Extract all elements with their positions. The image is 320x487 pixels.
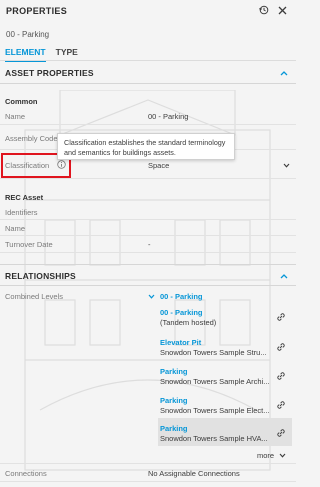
link-icon[interactable] xyxy=(276,428,286,438)
name-label: Name xyxy=(5,112,26,121)
chevron-up-icon[interactable] xyxy=(280,70,288,76)
rec-asset-group-title: REC Asset xyxy=(5,193,44,202)
chevron-up-icon[interactable] xyxy=(280,273,288,279)
row-divider xyxy=(0,124,296,125)
common-group-title: Common xyxy=(5,97,38,106)
asset-properties-title[interactable]: ASSET PROPERTIES xyxy=(5,68,94,78)
level-item[interactable]: Parking Snowdon Towers Sample Archi... xyxy=(160,367,272,387)
row-divider xyxy=(0,235,296,236)
combined-levels-label: Combined Levels xyxy=(5,292,63,301)
link-icon[interactable] xyxy=(276,312,286,322)
chevron-down-icon[interactable] xyxy=(148,294,155,299)
level-item-subtitle: Snowdon Towers Sample HVA... xyxy=(160,434,268,443)
assembly-code-label: Assembly Code xyxy=(5,134,58,143)
row-divider xyxy=(0,252,296,253)
link-icon[interactable] xyxy=(276,342,286,352)
level-item-subtitle: Snowdon Towers Sample Elect... xyxy=(160,406,270,415)
header-actions xyxy=(258,4,288,16)
section-divider xyxy=(0,264,296,265)
history-icon[interactable] xyxy=(258,4,270,16)
level-item[interactable]: Parking Snowdon Towers Sample Elect... xyxy=(160,396,272,416)
level-item[interactable]: 00 - Parking (Tandem hosted) xyxy=(160,308,272,328)
classification-tooltip: Classification establishes the standard … xyxy=(57,133,235,160)
row-divider xyxy=(0,178,296,179)
row-divider xyxy=(0,463,296,464)
row-divider xyxy=(0,481,296,482)
level-item-subtitle: (Tandem hosted) xyxy=(160,318,217,327)
classification-value[interactable]: Space xyxy=(148,161,169,170)
level-item[interactable]: Parking Snowdon Towers Sample HVA... xyxy=(160,424,272,444)
level-item-title[interactable]: 00 - Parking xyxy=(160,308,203,317)
level-item-title[interactable]: Parking xyxy=(160,396,188,405)
connections-label: Connections xyxy=(5,469,47,478)
section-divider xyxy=(0,285,296,286)
chevron-down-icon[interactable] xyxy=(283,163,290,168)
name-value[interactable]: 00 - Parking xyxy=(148,112,188,121)
turnover-date-value[interactable]: - xyxy=(148,240,151,249)
section-divider xyxy=(0,83,296,84)
chevron-down-icon[interactable] xyxy=(279,453,286,458)
level-item[interactable]: Elevator Pit Snowdon Towers Sample Stru.… xyxy=(160,338,272,358)
selected-element-name: 00 - Parking xyxy=(6,30,50,39)
relationships-title[interactable]: RELATIONSHIPS xyxy=(5,271,76,281)
turnover-date-label: Turnover Date xyxy=(5,240,53,249)
connections-value: No Assignable Connections xyxy=(148,469,240,478)
level-item-title[interactable]: Parking xyxy=(160,424,188,433)
link-icon[interactable] xyxy=(276,400,286,410)
level-item-subtitle: Snowdon Towers Sample Stru... xyxy=(160,348,267,357)
tabs-divider xyxy=(0,60,296,61)
properties-panel: PROPERTIES 00 - Parking ELEMENT TYPE ASS… xyxy=(0,0,296,487)
level-item-subtitle: Snowdon Towers Sample Archi... xyxy=(160,377,270,386)
close-icon[interactable] xyxy=(276,4,288,16)
level-item-title[interactable]: Elevator Pit xyxy=(160,338,201,347)
level-item-title[interactable]: Parking xyxy=(160,367,188,376)
rec-name-label: Name xyxy=(5,224,26,233)
link-icon[interactable] xyxy=(276,371,286,381)
row-divider xyxy=(0,219,296,220)
identifiers-label: Identifiers xyxy=(5,208,38,217)
panel-title: PROPERTIES xyxy=(6,6,68,16)
more-button[interactable]: more xyxy=(257,451,274,460)
combined-levels-value[interactable]: 00 - Parking xyxy=(160,292,203,301)
